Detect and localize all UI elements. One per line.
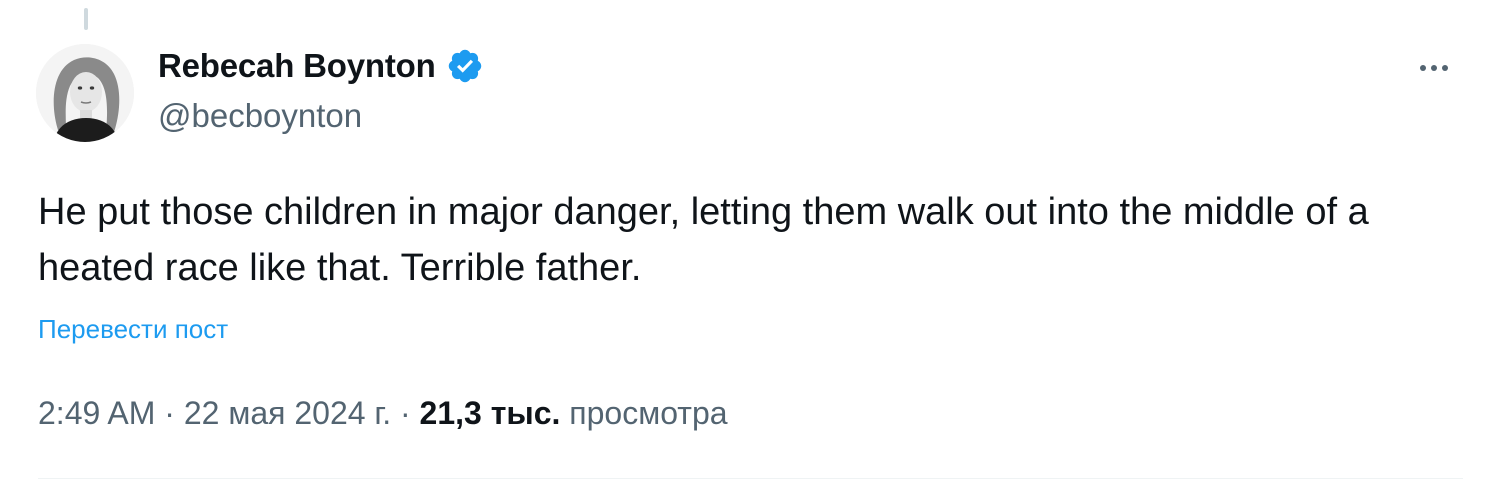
translate-post-link[interactable]: Перевести пост — [38, 312, 228, 346]
tweet-metadata: 2:49 AM · 22 мая 2024 г. · 21,3 тыс. про… — [38, 392, 728, 434]
avatar-image — [36, 44, 134, 142]
more-horizontal-icon-dot — [1431, 65, 1437, 71]
author-name-text[interactable]: Rebecah Boynton — [158, 46, 436, 86]
verified-badge-icon[interactable] — [446, 47, 484, 85]
more-horizontal-icon-dot — [1442, 65, 1448, 71]
more-horizontal-icon — [1420, 65, 1426, 71]
views-label: просмотра — [569, 395, 728, 431]
divider — [38, 478, 1463, 479]
more-options-button[interactable] — [1410, 48, 1458, 88]
tweet-date[interactable]: 22 мая 2024 г. — [184, 395, 391, 431]
tweet-text: He put those children in major danger, l… — [38, 191, 1369, 289]
meta-separator: · — [391, 395, 420, 431]
author-handle[interactable]: @becboynton — [158, 96, 362, 136]
views-count: 21,3 тыс. — [419, 395, 561, 431]
meta-separator: · — [155, 395, 184, 431]
thread-connector-line — [84, 8, 88, 30]
avatar[interactable] — [36, 44, 134, 142]
author-display-name[interactable]: Rebecah Boynton — [158, 46, 484, 86]
tweet-time[interactable]: 2:49 AM — [38, 395, 155, 431]
